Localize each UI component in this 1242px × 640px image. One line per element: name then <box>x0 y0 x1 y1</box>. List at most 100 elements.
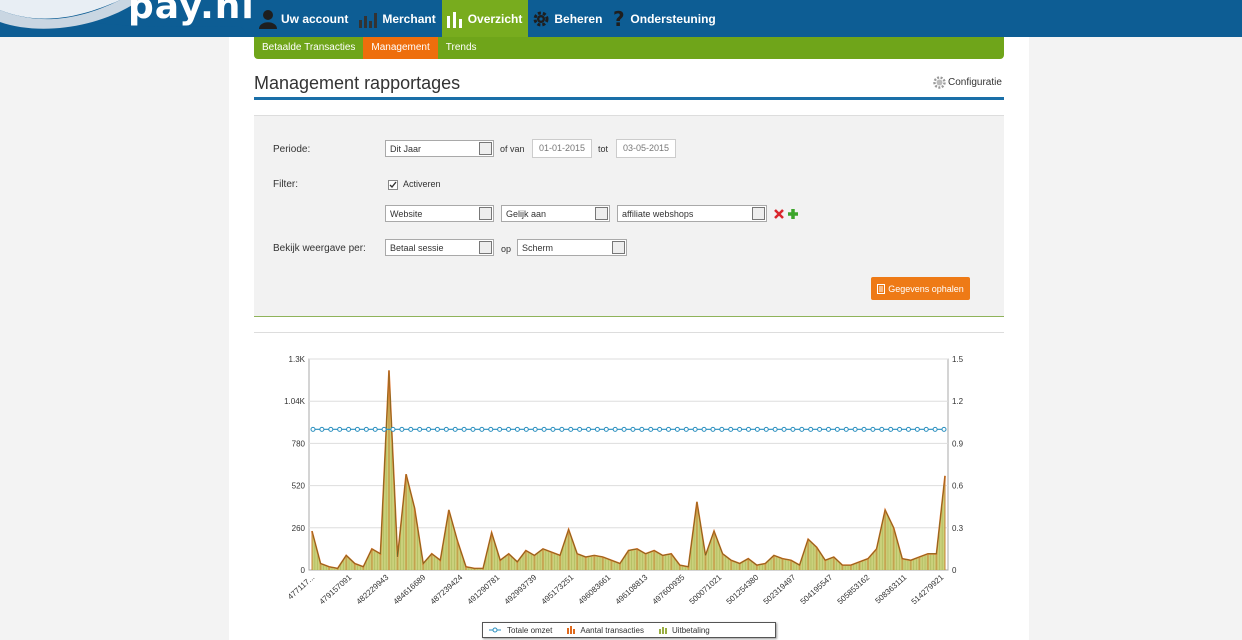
totale-omzet-point <box>888 426 894 432</box>
right-axis-tick-label: 0.3 <box>952 524 964 533</box>
totale-omzet-point <box>586 426 592 432</box>
aantal-transacties-bar <box>687 566 690 570</box>
fetch-data-button[interactable]: Gegevens ophalen <box>871 277 970 300</box>
x-axis-tick-label: 500071021 <box>688 572 724 606</box>
aantal-transacties-bar <box>328 566 331 570</box>
nav-item-uw-account[interactable]: Uw account <box>255 0 354 37</box>
svg-text:?: ? <box>613 9 625 29</box>
chevron-down-icon <box>612 241 625 254</box>
totale-omzet-point <box>825 426 831 432</box>
totale-omzet-point <box>932 426 938 432</box>
totale-omzet-point <box>905 426 911 432</box>
aantal-transacties-bar <box>490 532 493 570</box>
periode-select[interactable]: Dit Jaar <box>385 140 494 157</box>
aantal-transacties-bar <box>832 557 835 570</box>
x-axis-tick-label: 504195547 <box>799 572 835 606</box>
nav-label: Uw account <box>281 11 349 26</box>
nav-item-ondersteuning[interactable]: ? Ondersteuning <box>608 0 721 37</box>
nav-label: Overzicht <box>467 11 523 26</box>
periode-label: Periode: <box>273 144 311 155</box>
totale-omzet-point <box>630 426 636 432</box>
aantal-transacties-bar <box>576 553 579 570</box>
remove-filter-icon[interactable] <box>774 209 784 219</box>
aantal-transacties-bar <box>901 558 904 570</box>
logo[interactable]: pay.nl <box>128 0 255 27</box>
right-axis-tick-label: 1.5 <box>952 355 964 364</box>
totale-omzet-point <box>470 426 476 432</box>
view-select[interactable]: Betaal sessie <box>385 239 494 256</box>
aantal-transacties-bar <box>319 563 322 570</box>
totale-omzet-point <box>683 426 689 432</box>
totale-omzet-point <box>710 426 716 432</box>
aantal-transacties-bar <box>772 555 775 570</box>
operator-select[interactable]: Gelijk aan <box>501 205 610 222</box>
aantal-transacties-bar <box>944 475 946 570</box>
legend-item-uitbetaling[interactable]: Uitbetaling <box>658 626 710 635</box>
totale-omzet-point <box>452 426 458 432</box>
totale-omzet-point <box>817 426 823 432</box>
aantal-transacties-bar <box>482 568 485 570</box>
sub-navigation: Betaalde Transacties Management Trends <box>254 37 1004 59</box>
subnav-management[interactable]: Management <box>363 37 438 59</box>
fetch-data-label: Gegevens ophalen <box>888 283 964 294</box>
nav-item-overzicht[interactable]: Overzicht <box>441 0 529 37</box>
left-axis-tick-label: 520 <box>292 482 306 491</box>
right-axis-tick-label: 1.2 <box>952 397 964 406</box>
line-marker-icon <box>489 627 501 633</box>
aantal-transacties-bar <box>456 540 459 570</box>
totale-omzet-point <box>870 426 876 432</box>
legend-label: Uitbetaling <box>671 625 710 635</box>
activeren-checkbox[interactable] <box>388 180 398 190</box>
add-filter-icon[interactable] <box>787 208 799 220</box>
bar-marker-icon <box>567 626 576 634</box>
aantal-transacties-bar <box>379 553 382 570</box>
nav-label: Ondersteuning <box>630 11 716 26</box>
aantal-transacties-bar <box>353 563 356 570</box>
totale-omzet-point <box>363 426 369 432</box>
chevron-down-icon <box>595 207 608 220</box>
left-axis-tick-label: 780 <box>292 439 306 448</box>
totale-omzet-point <box>523 426 529 432</box>
totale-omzet-point <box>568 426 574 432</box>
nav-item-merchant[interactable]: Merchant <box>354 0 441 37</box>
date-from-input[interactable]: 01-01-2015 <box>532 139 592 158</box>
aantal-transacties-bar <box>738 563 741 570</box>
x-axis-tick-label: 514279921 <box>910 572 946 606</box>
legend-item-aantal-transacties[interactable]: Aantal transacties <box>566 626 644 635</box>
totale-omzet-point <box>532 426 538 432</box>
x-axis-tick-label: 501254380 <box>725 572 761 606</box>
aantal-transacties-bar <box>721 553 724 570</box>
nav-item-beheren[interactable]: Beheren <box>528 0 608 37</box>
aantal-transacties-bar <box>627 550 630 570</box>
totale-omzet-point <box>603 426 609 432</box>
filter-panel-divider <box>254 316 1004 317</box>
aantal-transacties-bar <box>345 555 348 570</box>
right-axis-tick-label: 0.6 <box>952 482 964 491</box>
chevron-down-icon <box>479 142 492 155</box>
subnav-trends[interactable]: Trends <box>438 37 485 59</box>
totale-omzet-point <box>594 426 600 432</box>
aantal-transacties-bar <box>593 555 596 570</box>
totale-omzet-point <box>648 426 654 432</box>
date-to-input[interactable]: 03-05-2015 <box>616 139 676 158</box>
aantal-transacties-bar <box>516 561 519 570</box>
field-select[interactable]: Website <box>385 205 494 222</box>
totale-omzet-point <box>541 426 547 432</box>
totale-omzet-point <box>914 426 920 432</box>
aantal-transacties-bar <box>559 555 562 570</box>
aantal-transacties-bar <box>618 563 621 570</box>
title-divider <box>254 97 1004 100</box>
subnav-betaalde-transacties[interactable]: Betaalde Transacties <box>254 37 363 59</box>
output-select[interactable]: Scherm <box>517 239 627 256</box>
aantal-transacties-bar <box>926 553 929 570</box>
configuratie-link[interactable]: Configuratie <box>933 76 1002 89</box>
aantal-transacties-bar <box>370 548 373 570</box>
aantal-transacties-bar <box>764 563 767 570</box>
aantal-transacties-bar <box>447 509 450 570</box>
aantal-transacties-bar <box>430 553 433 570</box>
totale-omzet-point <box>719 426 725 432</box>
totale-omzet-point <box>577 426 583 432</box>
legend-item-totale-omzet[interactable]: Totale omzet <box>489 626 552 635</box>
filter-value-select[interactable]: affiliate webshops <box>617 205 767 222</box>
checkmark-icon <box>389 181 397 189</box>
